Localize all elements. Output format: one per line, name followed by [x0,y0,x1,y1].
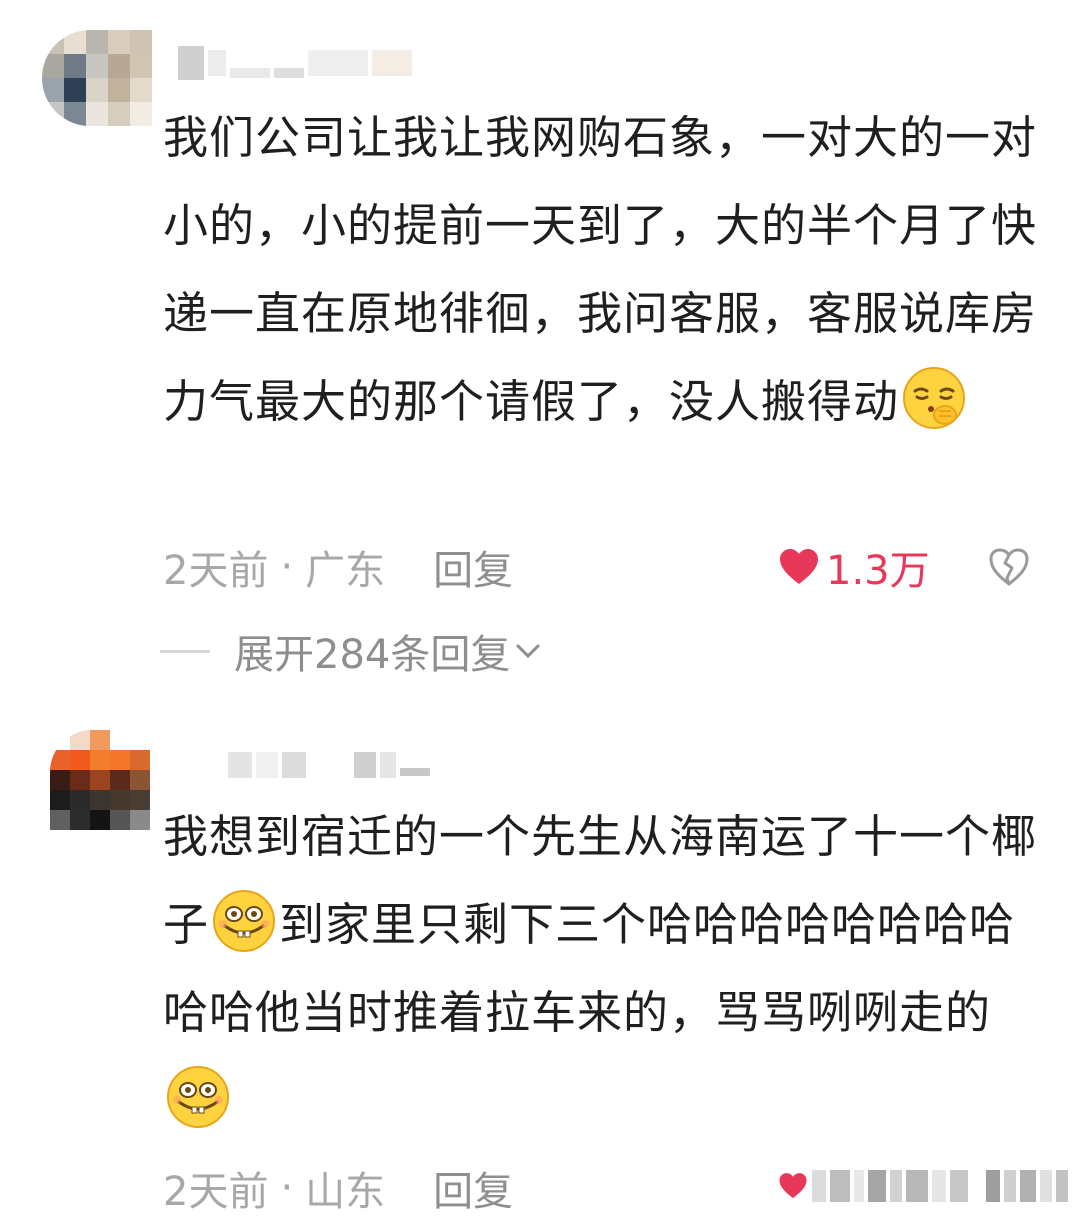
comment-meta: 2天前 · 山东 回复 [163,1158,513,1218]
comment-body: 我们公司让我让我网购石象，一对大的一对小的，小的提前一天到了，大的半个月了快递一… [163,94,1043,446]
like-button[interactable] [778,1170,968,1202]
meta-separator: · [280,1165,294,1211]
reply-button[interactable]: 回复 [433,1159,513,1217]
comment-location: 山东 [305,1169,386,1215]
reply-button[interactable]: 回复 [433,538,513,596]
comment-time: 2天前 [163,548,269,594]
like-count: 1.3万 [826,548,930,594]
chevron-down-icon [516,644,540,659]
dislike-button[interactable] [986,1170,1068,1202]
comment-meta: 2天前 · 广东 回复 [163,537,513,597]
expand-replies[interactable]: 展开284条回复 [160,621,542,681]
username-blurred[interactable] [228,752,430,778]
heart-filled-icon [779,1173,807,1199]
comment-time: 2天前 [163,1169,269,1215]
meta-separator: · [280,544,294,590]
comment-body: 我想到宿迁的一个先生从海南运了十一个椰子 到家里只剩下三个哈哈哈哈哈哈哈哈哈哈他… [163,793,1043,1145]
avatar[interactable] [50,730,150,830]
username-blurred[interactable] [178,46,412,80]
avatar[interactable] [42,30,152,126]
divider-line [160,649,210,653]
grin-emoji-icon [213,890,276,952]
heart-filled-icon [780,549,818,584]
expand-replies-label: 展开284条回复 [234,632,511,678]
hush-emoji-icon [903,367,966,429]
comment-location: 广东 [305,548,386,594]
broken-heart-icon [989,548,1029,586]
comment-text-part: 到家里只剩下三个哈哈哈哈哈哈哈哈哈哈他当时推着拉车来的，骂骂咧咧走的 [163,898,1016,1039]
dislike-button[interactable] [988,537,1030,597]
like-button[interactable]: 1.3万 [778,537,930,597]
grin-emoji-icon [167,1066,229,1128]
